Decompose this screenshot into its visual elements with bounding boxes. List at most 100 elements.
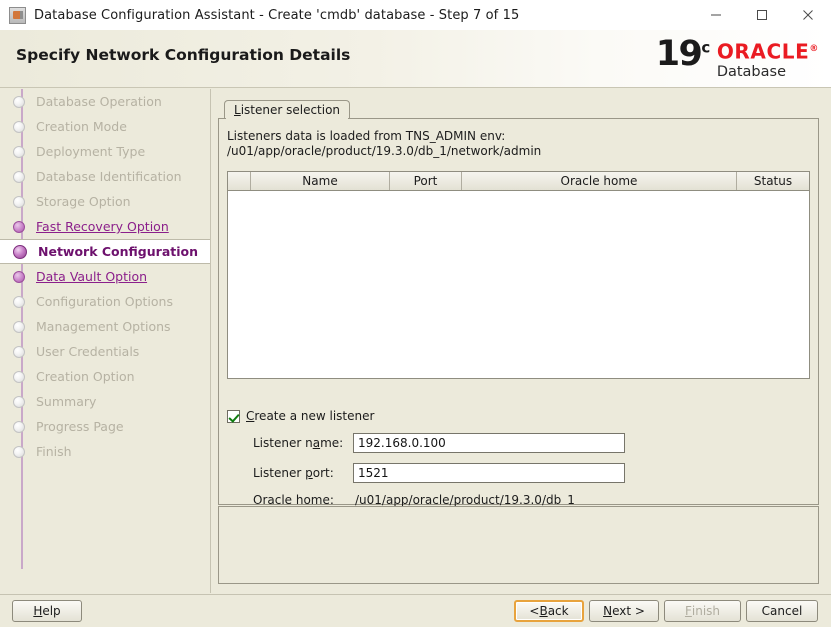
listeners-table[interactable]: Name Port Oracle home Status bbox=[227, 171, 810, 379]
listener-name-input[interactable] bbox=[353, 433, 625, 453]
brand-trademark: ® bbox=[809, 44, 819, 54]
window-title: Database Configuration Assistant - Creat… bbox=[34, 7, 520, 23]
listener-port-input[interactable] bbox=[353, 463, 625, 483]
sidebar-step-database-identification: Database Identification bbox=[0, 164, 210, 189]
step-dot-icon bbox=[13, 120, 25, 133]
sidebar-step-label: Fast Recovery Option bbox=[36, 219, 169, 234]
brand-version: 19c bbox=[655, 34, 711, 74]
sidebar-step-label: User Credentials bbox=[36, 344, 140, 359]
column-header-oracle-home[interactable]: Oracle home bbox=[462, 172, 737, 190]
page-title: Specify Network Configuration Details bbox=[16, 46, 351, 64]
step-dot-icon bbox=[13, 395, 25, 408]
sidebar-step-label: Deployment Type bbox=[36, 144, 146, 159]
tab-listener-selection[interactable]: Listener selection bbox=[224, 100, 351, 119]
sidebar-step-label: Progress Page bbox=[36, 419, 124, 434]
button-bar: Help < Back Next > Finish Cancel bbox=[0, 594, 831, 627]
step-list: Database Operation Creation Mode Deploymen… bbox=[0, 89, 210, 464]
brand-subtitle: Database bbox=[716, 63, 786, 80]
cancel-button[interactable]: Cancel bbox=[746, 600, 818, 622]
sidebar-step-label: Creation Mode bbox=[36, 119, 127, 134]
dbca-window: Database Configuration Assistant - Creat… bbox=[0, 0, 831, 627]
sidebar-step-network-configuration[interactable]: Network Configuration bbox=[0, 239, 210, 264]
sidebar-step-user-credentials: User Credentials bbox=[0, 339, 210, 364]
create-new-listener-label: Create a new listener bbox=[246, 409, 375, 423]
new-listener-form: Create a new listener Listener name: Lis… bbox=[227, 409, 810, 507]
column-header-status[interactable]: Status bbox=[737, 172, 809, 190]
next-button[interactable]: Next > bbox=[589, 600, 659, 622]
finish-button: Finish bbox=[664, 600, 741, 622]
sidebar-step-label: Creation Option bbox=[36, 369, 135, 384]
sidebar-step-fast-recovery-option[interactable]: Fast Recovery Option bbox=[0, 214, 210, 239]
create-new-listener-checkbox[interactable] bbox=[227, 409, 240, 423]
step-dot-icon bbox=[13, 445, 25, 458]
step-dot-icon bbox=[13, 270, 25, 283]
sidebar-step-creation-mode: Creation Mode bbox=[0, 114, 210, 139]
maximize-icon[interactable] bbox=[739, 0, 785, 30]
message-panel bbox=[218, 506, 819, 584]
column-header-select[interactable] bbox=[228, 172, 251, 190]
sidebar-step-label: Network Configuration bbox=[38, 244, 198, 259]
sidebar-step-label: Summary bbox=[36, 394, 97, 409]
step-dot-icon bbox=[13, 195, 25, 208]
oracle-home-label: Oracle home: bbox=[253, 493, 334, 507]
back-button[interactable]: < Back bbox=[514, 600, 584, 622]
listener-port-label: Listener port: bbox=[253, 466, 334, 480]
brand-version-suffix: c bbox=[701, 38, 710, 57]
oracle-home-row: Oracle home: /u01/app/oracle/product/19.… bbox=[227, 493, 810, 507]
sidebar-step-configuration-options: Configuration Options bbox=[0, 289, 210, 314]
sidebar-step-label: Finish bbox=[36, 444, 72, 459]
create-new-listener-row[interactable]: Create a new listener bbox=[227, 409, 810, 423]
oracle-home-value: /u01/app/oracle/product/19.3.0/db_1 bbox=[355, 493, 575, 507]
sidebar-step-progress-page: Progress Page bbox=[0, 414, 210, 439]
close-icon[interactable] bbox=[785, 0, 831, 30]
step-dot-icon bbox=[13, 170, 25, 183]
listener-port-row: Listener port: bbox=[227, 463, 810, 483]
listeners-table-header: Name Port Oracle home Status bbox=[228, 172, 809, 191]
minimize-icon[interactable] bbox=[693, 0, 739, 30]
help-button[interactable]: Help bbox=[12, 600, 82, 622]
sidebar-step-deployment-type: Deployment Type bbox=[0, 139, 210, 164]
sidebar-step-label: Storage Option bbox=[36, 194, 131, 209]
step-dot-icon bbox=[13, 420, 25, 433]
hint-line-1: Listeners data is loaded from TNS_ADMIN … bbox=[227, 129, 506, 143]
tab-body: Listeners data is loaded from TNS_ADMIN … bbox=[218, 118, 819, 507]
brand-oracle-wordmark: ORACLE® bbox=[716, 39, 819, 64]
sidebar-step-label: Configuration Options bbox=[36, 294, 173, 309]
listener-name-label: Listener name: bbox=[253, 436, 344, 450]
oracle-brand-logo: 19c ORACLE® Database bbox=[656, 36, 819, 81]
step-dot-icon bbox=[13, 320, 25, 333]
sidebar-step-label: Management Options bbox=[36, 319, 171, 334]
listener-name-row: Listener name: bbox=[227, 433, 810, 453]
sidebar-step-management-options: Management Options bbox=[0, 314, 210, 339]
step-dot-icon bbox=[13, 220, 25, 233]
sidebar-step-label: Data Vault Option bbox=[36, 269, 148, 284]
sidebar-step-label: Database Identification bbox=[36, 169, 182, 184]
sidebar-step-label: Database Operation bbox=[36, 94, 162, 109]
sidebar-step-database-operation: Database Operation bbox=[0, 89, 210, 114]
listener-tab-panel: Listener selection Listeners data is loa… bbox=[218, 100, 819, 507]
step-dot-icon bbox=[13, 370, 25, 383]
sidebar-step-summary: Summary bbox=[0, 389, 210, 414]
step-dot-icon bbox=[13, 145, 25, 158]
page-banner: Specify Network Configuration Details 19… bbox=[0, 30, 831, 88]
tab-label: istener selection bbox=[240, 103, 341, 117]
listeners-table-body[interactable] bbox=[228, 191, 809, 378]
step-dot-icon bbox=[13, 244, 27, 259]
column-header-port[interactable]: Port bbox=[390, 172, 462, 190]
sidebar-step-finish: Finish bbox=[0, 439, 210, 464]
tab-strip: Listener selection bbox=[218, 100, 819, 119]
step-dot-icon bbox=[13, 95, 25, 108]
tab-mnemonic: L bbox=[234, 103, 241, 117]
listener-source-hint: Listeners data is loaded from TNS_ADMIN … bbox=[219, 119, 818, 159]
hint-line-2: /u01/app/oracle/product/19.3.0/db_1/netw… bbox=[227, 144, 542, 158]
window-controls bbox=[693, 0, 831, 30]
java-app-icon bbox=[9, 6, 26, 24]
step-dot-icon bbox=[13, 345, 25, 358]
column-header-name[interactable]: Name bbox=[251, 172, 390, 190]
sidebar-step-storage-option: Storage Option bbox=[0, 189, 210, 214]
step-dot-icon bbox=[13, 295, 25, 308]
sidebar-step-creation-option: Creation Option bbox=[0, 364, 210, 389]
title-bar: Database Configuration Assistant - Creat… bbox=[0, 0, 831, 30]
step-sidebar: Database Operation Creation Mode Deploymen… bbox=[0, 89, 211, 593]
sidebar-step-data-vault-option[interactable]: Data Vault Option bbox=[0, 264, 210, 289]
